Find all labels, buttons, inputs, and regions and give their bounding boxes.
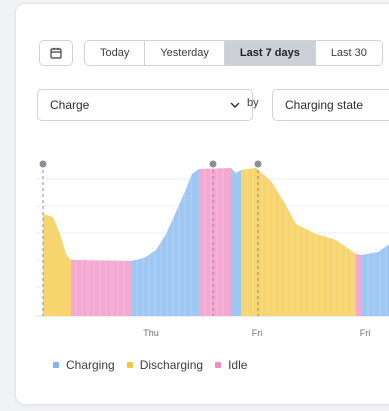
- group-by-select-value: Charging state: [285, 98, 364, 112]
- range-today[interactable]: Today: [85, 41, 146, 65]
- legend-item-idle[interactable]: Idle: [215, 358, 247, 372]
- legend-item-charging[interactable]: Charging: [53, 358, 115, 372]
- series-area-idle-3: [356, 254, 362, 316]
- calendar-button[interactable]: [39, 40, 73, 66]
- series-area-charging-2: [231, 168, 241, 316]
- legend-label: Idle: [228, 358, 248, 372]
- legend-item-discharging[interactable]: Discharging: [126, 358, 204, 372]
- range-yesterday[interactable]: Yesterday: [145, 41, 225, 65]
- series-area-charging-1: [131, 169, 199, 316]
- calendar-icon: [50, 47, 62, 59]
- series-area-idle-2: [199, 168, 231, 316]
- charge-chart: Thu Fri Fri: [36, 160, 389, 338]
- x-tick-label: Fri: [360, 328, 371, 338]
- group-by-select[interactable]: Charging state: [272, 89, 389, 121]
- range-last-30-days[interactable]: Last 30: [315, 41, 382, 65]
- chart-legend: Charging Discharging Idle: [53, 358, 259, 372]
- date-range-selector: Today Yesterday Last 7 days Last 30: [84, 40, 383, 66]
- by-label: by: [247, 97, 259, 109]
- legend-label: Discharging: [139, 358, 204, 372]
- range-last-7-days[interactable]: Last 7 days: [224, 41, 316, 65]
- series-area-discharging-1: [43, 214, 71, 316]
- series-area-charging-3: [362, 244, 389, 316]
- metric-select[interactable]: Charge: [37, 89, 253, 121]
- legend-label: Charging: [66, 358, 115, 372]
- charge-panel: Today Yesterday Last 7 days Last 30 Char…: [15, 3, 389, 405]
- x-tick-label: Thu: [143, 328, 159, 338]
- series-area-idle-1: [71, 260, 131, 316]
- metric-select-value: Charge: [50, 98, 90, 112]
- legend-swatch: [53, 362, 59, 368]
- legend-swatch: [215, 362, 222, 368]
- legend-swatch: [126, 362, 133, 368]
- chevron-down-icon: [230, 102, 240, 108]
- x-tick-label: Fri: [252, 328, 263, 338]
